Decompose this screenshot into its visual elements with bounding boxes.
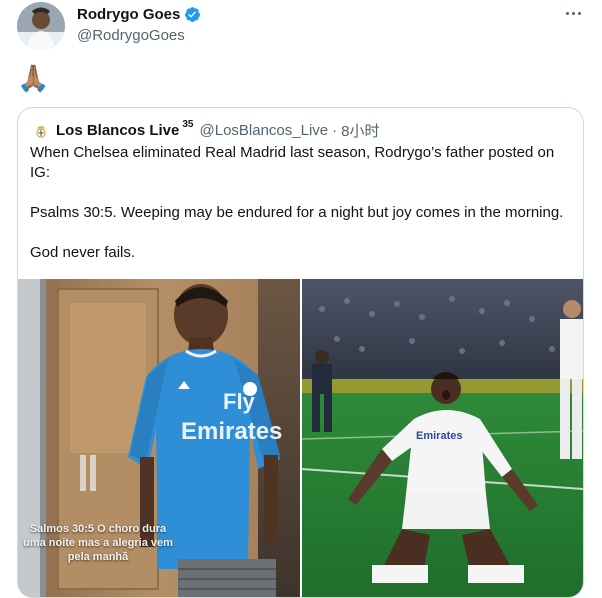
author-avatar[interactable]	[17, 2, 65, 50]
crest-icon	[32, 122, 50, 139]
tweet-text: 🙏🏽	[17, 63, 50, 93]
quoted-author-handle[interactable]: @LosBlancos_Live	[200, 122, 329, 139]
quoted-paragraph: When Chelsea eliminated Real Madrid last…	[30, 144, 555, 181]
quoted-paragraph: Psalms 30:5. Weeping may be endured for …	[30, 204, 564, 221]
right-photo: Emirates	[302, 279, 583, 597]
quoted-paragraph: God never fails.	[30, 244, 136, 261]
jersey-emirates: Emirates	[181, 418, 282, 445]
more-horizontal-icon[interactable]	[562, 4, 584, 22]
left-image-caption: Salmos 30:5 O choro dura uma noite mas a…	[23, 523, 173, 563]
jersey-emirates-right: Emirates	[416, 430, 462, 442]
quoted-tweet-card[interactable]: Los Blancos Live 35 @LosBlancos_Live · 8…	[17, 107, 584, 598]
quoted-tweet-header: Los Blancos Live 35 @LosBlancos_Live · 8…	[32, 119, 379, 141]
verified-badge-icon	[185, 7, 201, 22]
quoted-tweet-time[interactable]: 8小时	[341, 120, 379, 141]
right-image[interactable]: Emirates	[302, 279, 583, 597]
author-handle[interactable]: @RodrygoGoes	[77, 27, 185, 44]
quoted-author-name[interactable]: Los Blancos Live	[56, 122, 179, 139]
author-name-text[interactable]: Rodrygo Goes	[77, 6, 180, 23]
quoted-author-superscript: 35	[182, 119, 194, 130]
author-name[interactable]: Rodrygo Goes	[77, 6, 201, 23]
left-image[interactable]: Fly Emirates Salmos 30:5 O choro dura um…	[18, 279, 300, 597]
separator-dot: ·	[332, 122, 338, 139]
quoted-tweet-body: When Chelsea eliminated Real Madrid last…	[30, 143, 570, 263]
